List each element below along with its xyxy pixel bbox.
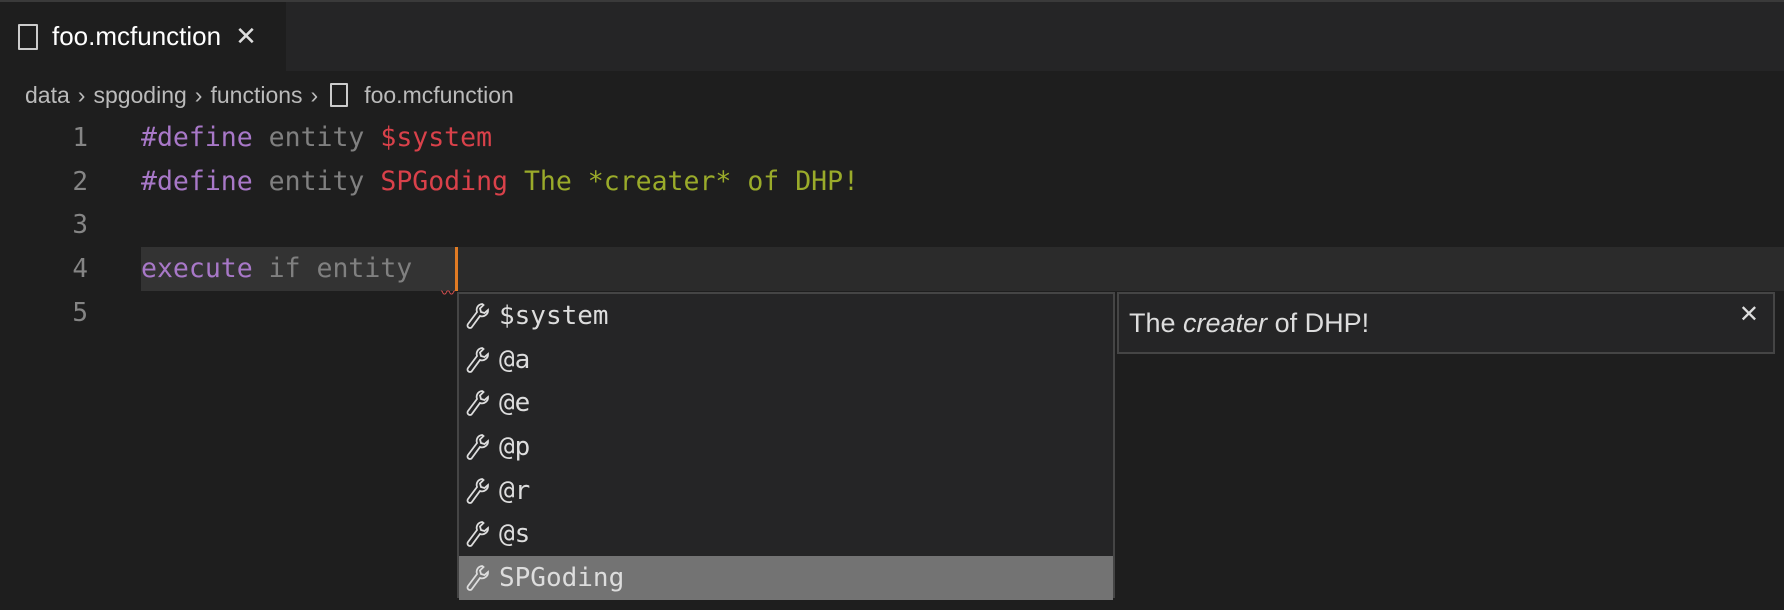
tab-label: foo.mcfunction — [52, 21, 222, 51]
chevron-right-icon: › — [77, 81, 86, 108]
breadcrumb-file[interactable]: foo.mcfunction — [364, 82, 514, 109]
code-line-1[interactable]: #define entity $system — [141, 116, 492, 160]
token: entity — [268, 166, 365, 197]
line-number: 2 — [72, 167, 88, 197]
breadcrumb-spgoding[interactable]: spgoding — [93, 82, 186, 109]
suggest-details: The creater of DHP! ✕ — [1117, 292, 1775, 354]
breadcrumb-functions[interactable]: functions — [210, 82, 302, 109]
line-number: 5 — [72, 298, 88, 328]
details-emphasis: creater — [1183, 308, 1268, 338]
line-number: 1 — [72, 123, 88, 153]
wrench-icon — [466, 390, 489, 417]
line-number: 3 — [72, 210, 88, 240]
suggestion-item[interactable]: SPGoding — [459, 556, 1113, 600]
suggestion-item[interactable]: @p — [459, 425, 1113, 469]
keyword: execute — [141, 253, 253, 284]
close-icon[interactable]: ✕ — [1739, 300, 1759, 329]
wrench-icon — [466, 433, 489, 460]
suggestion-label: @p — [499, 431, 531, 462]
breadcrumb: data › spgoding › functions › foo.mcfunc… — [25, 78, 514, 112]
chevron-right-icon: › — [310, 81, 319, 108]
suggest-widget: $system @a @e @p @r @s SPGoding — [457, 292, 1115, 600]
suggestion-item[interactable]: @s — [459, 512, 1113, 556]
wrench-icon — [466, 302, 489, 329]
line-number: 4 — [72, 254, 88, 284]
suggestion-item[interactable]: @r — [459, 469, 1113, 513]
suggestion-label: @s — [499, 519, 531, 550]
error-squiggle: 〰 — [441, 285, 455, 301]
code-line-4[interactable]: execute if entity — [141, 247, 412, 291]
value: $system — [380, 122, 493, 153]
code-line-2[interactable]: #define entity SPGoding The *creater* of… — [141, 160, 859, 204]
tab-bar: foo.mcfunction ✕ — [0, 0, 1784, 71]
wrench-icon — [466, 346, 489, 373]
wrench-icon — [466, 477, 489, 504]
doc-comment: The *creater* of DHP! — [523, 166, 860, 197]
value: SPGoding — [380, 166, 508, 197]
suggestion-label: @a — [499, 344, 531, 375]
token: if entity — [268, 253, 413, 284]
file-icon — [18, 23, 38, 50]
file-icon — [330, 83, 349, 107]
suggestion-label: $system — [499, 300, 609, 331]
tab-foo-mcfunction[interactable]: foo.mcfunction ✕ — [0, 2, 286, 71]
suggestion-item[interactable]: $system — [459, 294, 1113, 338]
wrench-icon — [466, 521, 489, 548]
suggestion-item[interactable]: @e — [459, 381, 1113, 425]
keyword: #define — [141, 122, 253, 153]
close-icon[interactable]: ✕ — [235, 21, 257, 52]
wrench-icon — [466, 565, 489, 591]
suggestion-item[interactable]: @a — [459, 338, 1113, 382]
keyword: #define — [141, 166, 253, 197]
breadcrumb-data[interactable]: data — [25, 82, 70, 109]
suggestion-label: @r — [499, 475, 531, 506]
details-text: The — [1129, 308, 1176, 338]
text-cursor — [455, 247, 458, 291]
chevron-right-icon: › — [194, 81, 203, 108]
suggestion-label: @e — [499, 388, 531, 419]
token: entity — [268, 122, 365, 153]
suggestion-label: SPGoding — [499, 562, 625, 593]
details-text: of DHP! — [1274, 308, 1370, 338]
